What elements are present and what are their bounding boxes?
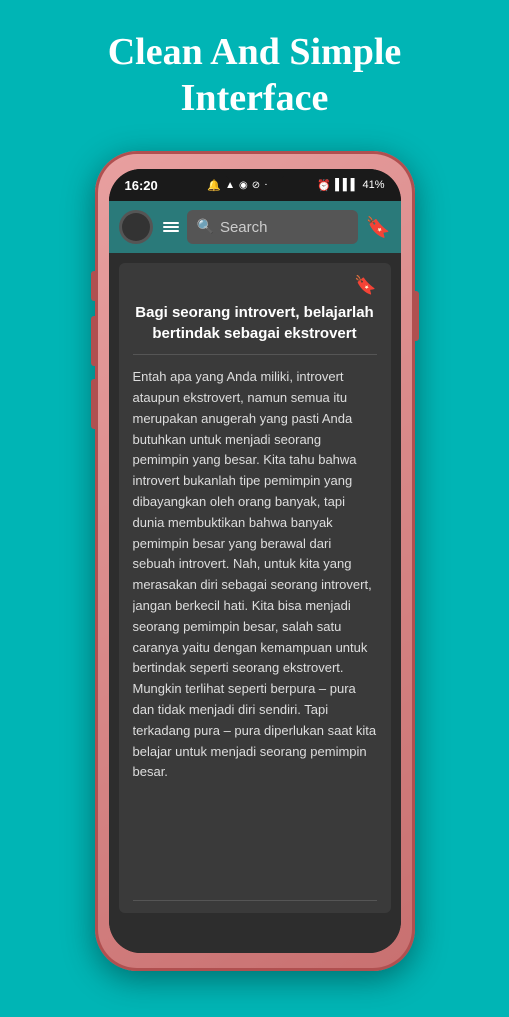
page-title: Clean And Simple Interface	[68, 0, 442, 141]
alarm-icon: ⏰	[317, 179, 331, 192]
sync-icon: ▲	[225, 180, 235, 191]
top-bar: 🔍 Search 🔖	[109, 201, 401, 253]
signal-icon: ▌▌▌	[335, 179, 358, 191]
volume-down-button	[91, 379, 95, 429]
phone-screen: 16:20 🔔 ▲ ◉ ⊘ · ⏰ ▌▌▌ 41%	[109, 169, 401, 953]
phone-mockup: 16:20 🔔 ▲ ◉ ⊘ · ⏰ ▌▌▌ 41%	[95, 151, 415, 971]
notification-icon: 🔔	[207, 179, 221, 192]
bookmark-icon[interactable]: 🔖	[366, 215, 391, 240]
bottom-nav-area	[109, 923, 401, 953]
location-icon: ◉	[239, 180, 248, 191]
search-bar[interactable]: 🔍 Search	[187, 210, 358, 244]
volume-up-button	[91, 316, 95, 366]
dnd-icon: ⊘	[252, 180, 260, 191]
search-icon: 🔍	[197, 219, 214, 236]
content-area: 🔖 Bagi seorang introvert, belajarlah ber…	[109, 253, 401, 923]
avatar-image	[122, 213, 150, 241]
article-title: Bagi seorang introvert, belajarlah berti…	[133, 302, 377, 355]
power-button	[415, 291, 419, 341]
volume-silent-button	[91, 271, 95, 301]
card-bookmark-icon[interactable]: 🔖	[133, 275, 377, 296]
status-time: 16:20	[125, 178, 158, 193]
avatar[interactable]	[119, 210, 153, 244]
bookmark-corner-icon: 🔖	[354, 275, 376, 295]
article-card: 🔖 Bagi seorang introvert, belajarlah ber…	[119, 263, 391, 913]
battery-level: 41%	[362, 179, 384, 191]
search-placeholder: Search	[220, 219, 268, 236]
status-right-icons: ⏰ ▌▌▌ 41%	[317, 179, 384, 192]
card-divider	[133, 900, 377, 901]
notch	[225, 169, 285, 181]
article-body: Entah apa yang Anda miliki, introvert at…	[133, 367, 377, 888]
